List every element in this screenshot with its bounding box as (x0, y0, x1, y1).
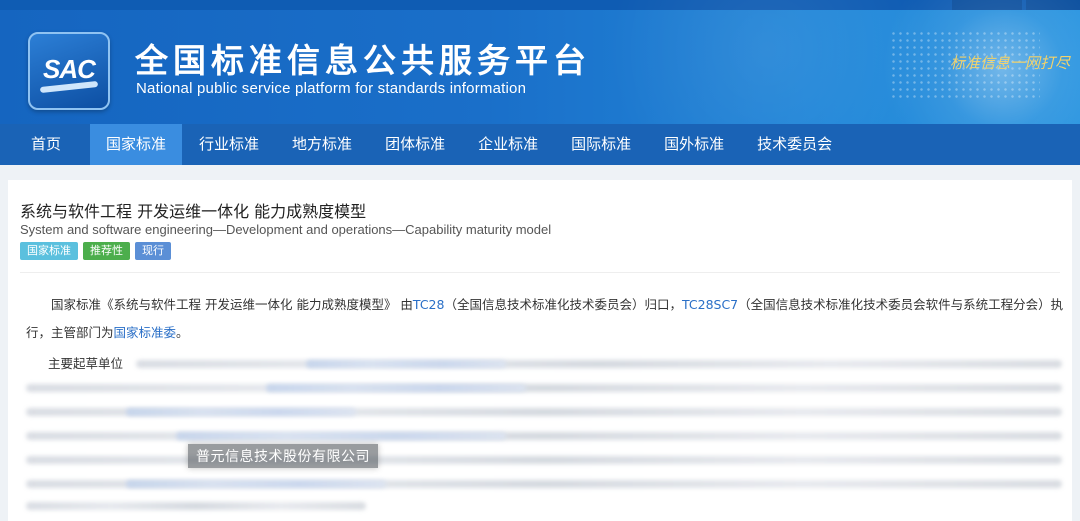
nav-industry-standards[interactable]: 行业标准 (183, 124, 275, 165)
standard-title: 系统与软件工程 开发运维一体化 能力成熟度模型 (20, 202, 367, 221)
drafting-units-label: 主要起草单位 (48, 356, 124, 371)
sac-logo[interactable]: SAC (28, 32, 110, 110)
blurred-text (26, 456, 1062, 464)
department-link[interactable]: 国家标准委 (114, 325, 177, 340)
standard-tags: 国家标准 推荐性 现行 (20, 242, 171, 260)
nav-national-standards[interactable]: 国家标准 (90, 124, 183, 165)
standard-english-title: System and software engineering—Developm… (20, 222, 552, 237)
blurred-text (176, 432, 506, 440)
tag-current: 现行 (135, 242, 171, 260)
tag-recommended: 推荐性 (83, 242, 130, 260)
description-text: 。 (176, 325, 189, 340)
nav-international-standards[interactable]: 国际标准 (555, 124, 647, 165)
nav-local-standards[interactable]: 地方标准 (276, 124, 368, 165)
site-title: 全国标准信息公共服务平台 (135, 41, 591, 80)
blurred-text (26, 384, 1062, 392)
blurred-text (26, 502, 366, 510)
highlighted-drafting-unit: 普元信息技术股份有限公司 (188, 444, 378, 468)
standard-description: 国家标准《系统与软件工程 开发运维一体化 能力成熟度模型》 由TC28（全国信息… (26, 291, 1066, 347)
site-header: SAC 全国标准信息公共服务平台 National public service… (0, 0, 1080, 124)
description-text: （全国信息技术标准化技术委员会）归口， (444, 297, 682, 312)
nav-technical-committees[interactable]: 技术委员会 (741, 124, 848, 165)
description-text: 国家标准《系统与软件工程 开发运维一体化 能力成熟度模型》 由 (51, 297, 413, 312)
divider (20, 272, 1060, 273)
tc28sc7-link[interactable]: TC28SC7 (682, 297, 738, 312)
nav-group-standards[interactable]: 团体标准 (369, 124, 461, 165)
standard-detail-panel: 系统与软件工程 开发运维一体化 能力成熟度模型 System and softw… (8, 180, 1072, 521)
blurred-text (126, 408, 356, 416)
site-subtitle: National public service platform for sta… (136, 80, 527, 97)
nav-enterprise-standards[interactable]: 企业标准 (462, 124, 554, 165)
tag-national-standard: 国家标准 (20, 242, 78, 260)
nav-foreign-standards[interactable]: 国外标准 (648, 124, 740, 165)
blurred-text (136, 360, 1062, 368)
main-nav: 首页 国家标准 行业标准 地方标准 团体标准 企业标准 国际标准 国外标准 技术… (0, 124, 1080, 165)
blurred-text (126, 480, 386, 488)
drafting-units: 主要起草单位 普元信息技术股份有限公司 (26, 352, 1066, 512)
tc28-link[interactable]: TC28 (413, 297, 445, 312)
slogan: 标准信息一网打尽 (949, 54, 1070, 72)
nav-home[interactable]: 首页 (15, 124, 89, 165)
blurred-text (266, 384, 526, 392)
logo-text: SAC (43, 54, 96, 84)
blurred-text (306, 360, 506, 368)
